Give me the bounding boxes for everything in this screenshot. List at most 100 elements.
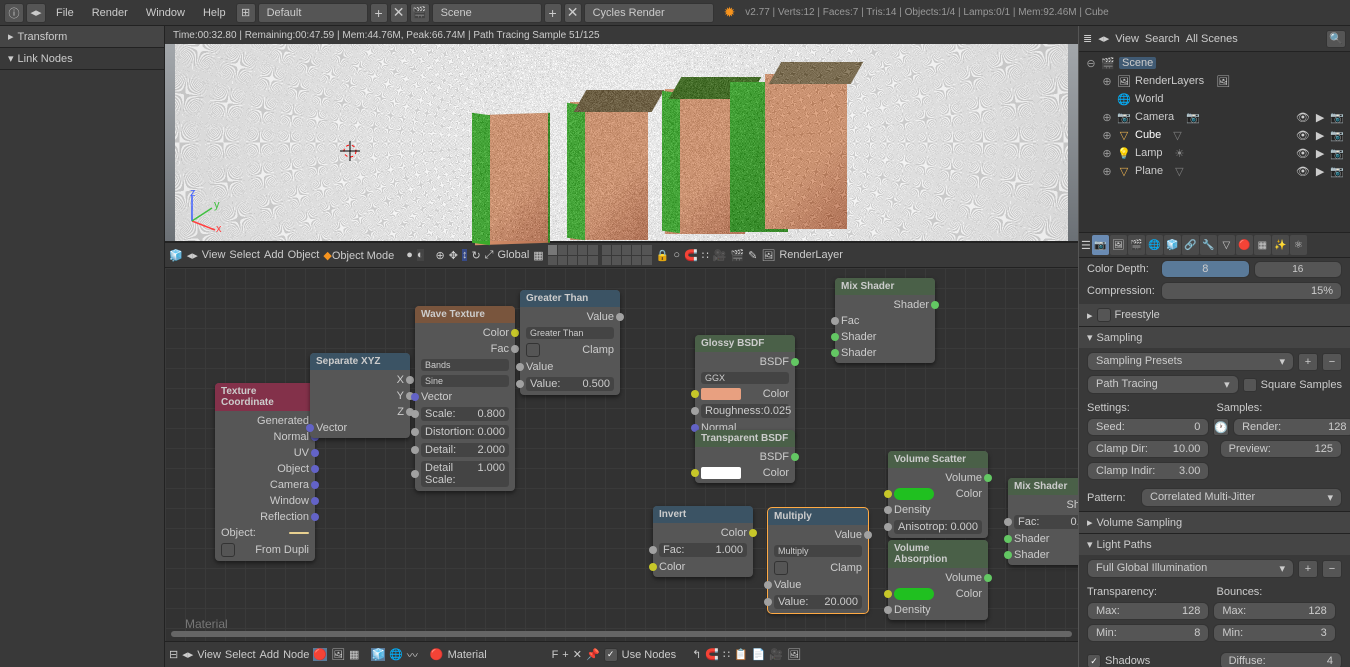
manipulator-scale-icon[interactable]: ⤢: [485, 249, 494, 262]
outliner-display-dropdown[interactable]: All Scenes: [1186, 33, 1320, 45]
shading-matcap-icon[interactable]: ◐: [417, 249, 424, 261]
add-menu-node[interactable]: Add: [260, 649, 280, 661]
remove-lp-preset-button[interactable]: −: [1322, 560, 1342, 578]
object-tab-icon[interactable]: 🧊: [1164, 235, 1181, 255]
layers-icon[interactable]: ▦: [533, 249, 543, 262]
data-tab-icon[interactable]: ▽: [1218, 235, 1235, 255]
add-scene-button[interactable]: +: [544, 3, 562, 23]
add-lp-preset-button[interactable]: +: [1298, 560, 1318, 578]
texture-tab-icon[interactable]: ▦: [1254, 235, 1271, 255]
add-menu-3d[interactable]: Add: [264, 249, 284, 261]
use-nodes-checkbox[interactable]: [604, 648, 618, 662]
proportional-icon[interactable]: ○: [673, 249, 680, 261]
3d-viewport[interactable]: Time:00:32.80 | Remaining:00:47.59 | Mem…: [165, 26, 1078, 242]
node-menu[interactable]: Node: [283, 649, 309, 661]
opengl-anim-icon[interactable]: 🎬: [730, 249, 744, 262]
copy-nodes-icon[interactable]: 📋: [734, 648, 748, 661]
shader-nodes-icon[interactable]: 🔴: [313, 648, 327, 661]
outliner-item-cube[interactable]: ⊕▽Cube▽👁▶📷: [1081, 126, 1348, 144]
node-mix-shader-volume[interactable]: Mix Shader Shader Fac:0.500 Shader Shade…: [1008, 478, 1078, 565]
node-invert[interactable]: Invert Color Fac:1.000 Color: [653, 506, 753, 577]
node-mix-shader-surface[interactable]: Mix Shader Shader Fac Shader Shader: [835, 278, 935, 363]
sampling-panel-header[interactable]: ▾Sampling: [1079, 327, 1350, 348]
delete-layout-button[interactable]: ✕: [390, 3, 408, 23]
backdrop-icon[interactable]: 🖼: [787, 648, 801, 661]
outliner-filter-icon[interactable]: 🔍: [1326, 30, 1346, 48]
node-transparent-bsdf[interactable]: Transparent BSDF BSDF Color: [695, 430, 795, 483]
pivot-icon[interactable]: ⊕: [436, 249, 445, 262]
outliner-item-camera[interactable]: ⊕📷Camera📷👁▶📷: [1081, 108, 1348, 126]
opengl-render-icon[interactable]: 🎥: [713, 249, 727, 262]
node-glossy-bsdf[interactable]: Glossy BSDF BSDF GGX Color Roughness:0.0…: [695, 335, 795, 438]
seed-field[interactable]: Seed:0: [1087, 418, 1209, 436]
lamp-data-icon[interactable]: 〰: [407, 647, 418, 663]
delete-scene-button[interactable]: ✕: [564, 3, 582, 23]
pattern-dropdown[interactable]: Correlated Multi-Jitter▾: [1141, 488, 1342, 507]
render-tab-icon[interactable]: 📷: [1092, 235, 1109, 255]
node-scrollbar[interactable]: [171, 631, 1072, 637]
compositor-nodes-icon[interactable]: 🖼: [331, 648, 345, 661]
paste-nodes-icon[interactable]: 📄: [752, 648, 766, 661]
outliner-item-renderlayers[interactable]: ⊕🖼RenderLayers🖼: [1081, 72, 1348, 90]
color-depth-selector[interactable]: 8: [1161, 260, 1250, 278]
go-parent-icon[interactable]: ↰: [692, 648, 701, 661]
view-menu-node[interactable]: View: [197, 649, 221, 661]
collapse-menus-3d-icon[interactable]: ◂▸: [187, 249, 198, 262]
editor-type-outliner-icon[interactable]: ≣: [1083, 32, 1092, 45]
preview-samples-field[interactable]: Preview:125: [1220, 440, 1342, 458]
modifiers-tab-icon[interactable]: 🔧: [1200, 235, 1217, 255]
freestyle-panel-header[interactable]: ▸Freestyle: [1079, 304, 1350, 326]
texture-nodes-icon[interactable]: ▦: [349, 648, 359, 661]
object-menu-3d[interactable]: Object: [288, 249, 320, 261]
add-layout-button[interactable]: +: [370, 3, 388, 23]
lock-layers-icon[interactable]: 🔒: [656, 249, 670, 262]
layout-browse-icon[interactable]: ⊞: [236, 3, 256, 23]
auto-render-icon[interactable]: 🎥: [769, 648, 783, 661]
mode-dropdown[interactable]: ◆Object Mode: [323, 249, 394, 262]
outliner-view-menu[interactable]: View: [1115, 33, 1139, 45]
transparency-max-field[interactable]: Max:128: [1087, 602, 1209, 620]
bounces-min-field[interactable]: Min:3: [1213, 624, 1335, 642]
seed-clock-icon[interactable]: 🕐: [1213, 418, 1229, 436]
shadows-checkbox[interactable]: [1087, 654, 1101, 667]
scene-browse-icon[interactable]: 🎬: [410, 3, 430, 23]
outliner-item-world[interactable]: 🌐World: [1081, 90, 1348, 108]
select-menu-node[interactable]: Select: [225, 649, 256, 661]
constraints-tab-icon[interactable]: 🔗: [1182, 235, 1199, 255]
world-data-icon[interactable]: 🌐: [389, 648, 403, 661]
diffuse-bounces-field[interactable]: Diffuse:4: [1220, 652, 1342, 667]
outliner-item-plane[interactable]: ⊕▽Plane▽👁▶📷: [1081, 162, 1348, 180]
node-multiply[interactable]: Multiply Value Multiply Clamp Value Valu…: [768, 508, 868, 613]
render-menu[interactable]: Render: [84, 3, 136, 23]
scene-dropdown[interactable]: Scene: [432, 3, 542, 23]
node-editor[interactable]: Texture Coordinate Generated Normal UV O…: [165, 268, 1078, 667]
volume-sampling-panel-header[interactable]: ▸Volume Sampling: [1079, 512, 1350, 533]
outliner-item-scene[interactable]: ⊖🎬Scene: [1081, 54, 1348, 72]
editor-type-node-icon[interactable]: ⊟: [169, 648, 178, 661]
view-menu-3d[interactable]: View: [202, 249, 226, 261]
editor-type-icon[interactable]: ⓘ: [4, 3, 24, 23]
gpencil-icon[interactable]: ✎: [748, 249, 757, 262]
clamp-indirect-field[interactable]: Clamp Indir:3.00: [1087, 462, 1209, 480]
integrator-dropdown[interactable]: Path Tracing▾: [1087, 375, 1239, 394]
node-greater-than[interactable]: Greater Than Value Greater Than Clamp Va…: [520, 290, 620, 395]
node-texture-coordinate[interactable]: Texture Coordinate Generated Normal UV O…: [215, 383, 315, 561]
outliner[interactable]: ⊖🎬Scene ⊕🖼RenderLayers🖼 🌐World ⊕📷Camera📷…: [1079, 52, 1350, 232]
file-menu[interactable]: File: [48, 3, 82, 23]
outliner-search-menu[interactable]: Search: [1145, 33, 1180, 45]
physics-tab-icon[interactable]: ⚛: [1290, 235, 1307, 255]
material-browse-icon[interactable]: 🔴: [430, 648, 444, 661]
remove-preset-button[interactable]: −: [1322, 353, 1342, 371]
manipulator-rotate-icon[interactable]: ↻: [471, 249, 480, 262]
help-menu[interactable]: Help: [195, 3, 234, 23]
light-paths-panel-header[interactable]: ▾Light Paths: [1079, 534, 1350, 555]
world-tab-icon[interactable]: 🌐: [1146, 235, 1163, 255]
transparency-min-field[interactable]: Min:8: [1087, 624, 1209, 642]
pin-icon[interactable]: 📌: [586, 648, 600, 661]
compression-field[interactable]: 15%: [1161, 282, 1342, 300]
particles-tab-icon[interactable]: ✨: [1272, 235, 1289, 255]
link-nodes-panel-header[interactable]: ▾ Link Nodes: [0, 48, 164, 70]
square-samples-checkbox[interactable]: [1243, 378, 1257, 392]
object-data-icon[interactable]: 🧊: [371, 648, 385, 661]
add-material-button[interactable]: +: [562, 649, 568, 661]
